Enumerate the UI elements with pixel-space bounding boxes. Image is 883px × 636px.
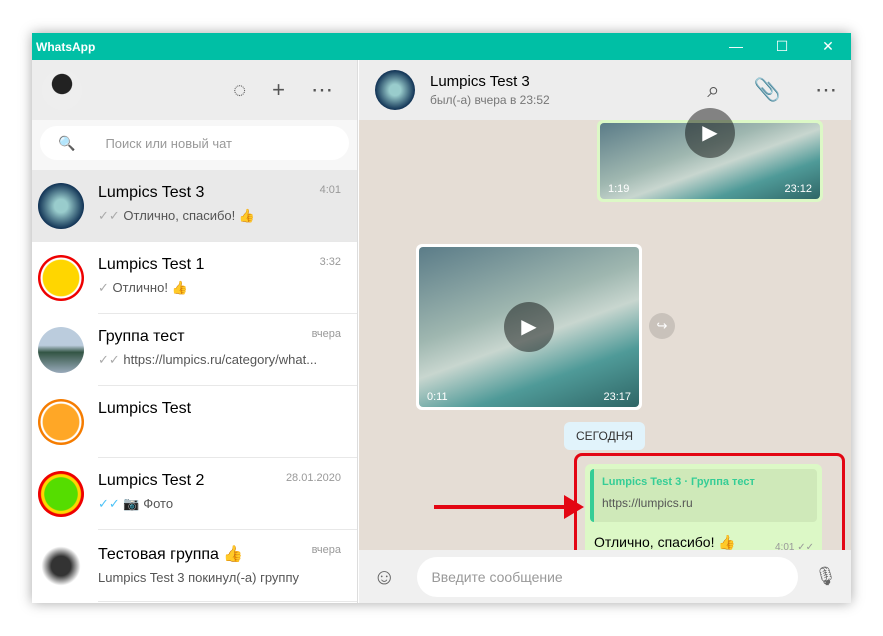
app-title: WhatsApp: [36, 39, 96, 54]
video-time: 23:12: [784, 183, 812, 195]
chat-preview: Lumpics Test 3 покинул(-а) группу: [98, 570, 300, 585]
chat-name: Lumpics Test 3: [98, 184, 205, 201]
video-message[interactable]: ▶ 1:19 23:12: [597, 108, 823, 202]
sidebar: ◌ + ⋯ 🔍 Поиск или новый чат Lumpics Test …: [32, 60, 358, 603]
menu-icon[interactable]: ⋯: [815, 77, 837, 103]
whatsapp-window: WhatsApp — ☐ ✕ ◌ + ⋯ 🔍 Поиск или новый ча…: [32, 33, 851, 603]
video-duration: 1:19: [608, 183, 630, 195]
chat-time: 4:01: [319, 184, 341, 196]
chat-list-item[interactable]: Lumpics Test 3 4:01 ✓✓ Отлично, спасибо! 👍: [32, 170, 357, 242]
close-button[interactable]: ✕: [805, 38, 851, 55]
forward-icon[interactable]: ↪: [649, 313, 675, 339]
minimize-button[interactable]: —: [713, 38, 759, 55]
chat-name: Группа тест: [98, 328, 185, 345]
chat-status: был(-а) вчера в 23:52: [430, 93, 550, 107]
menu-icon[interactable]: ⋯: [311, 77, 333, 103]
search-input[interactable]: 🔍 Поиск или новый чат: [40, 126, 349, 160]
check-icon: ✓✓: [98, 208, 120, 223]
video-message[interactable]: ▶ 0:11 23:17: [416, 244, 642, 410]
chat-preview: Отлично, спасибо! 👍: [123, 208, 256, 223]
microphone-icon[interactable]: 🎙: [814, 566, 837, 587]
chat-name: Тестовая группа 👍: [98, 546, 244, 563]
chat-time: вчера: [311, 544, 341, 556]
chat-name: Lumpics Test: [98, 400, 192, 417]
chat-avatar: [38, 327, 84, 373]
message-bubble[interactable]: Lumpics Test 3 · Группа тест https://lump…: [585, 464, 822, 559]
title-bar: WhatsApp — ☐ ✕: [32, 33, 851, 60]
chat-list-item[interactable]: Lumpics Test 1 3:32 ✓ Отлично! 👍: [32, 242, 357, 314]
annotation-arrowhead: [564, 495, 584, 519]
play-icon[interactable]: ▶: [504, 302, 554, 352]
chat-name: Lumpics Test 1: [98, 256, 205, 273]
chat-avatar: [38, 543, 84, 589]
chat-list-item[interactable]: Тестовая группа 👍 вчера Lumpics Test 3 по…: [32, 530, 357, 602]
chat-avatar: [38, 183, 84, 229]
message-input[interactable]: Введите сообщение: [417, 556, 799, 597]
quoted-message[interactable]: Lumpics Test 3 · Группа тест https://lump…: [590, 469, 817, 522]
chat-preview: 📷 Фото: [123, 496, 174, 511]
video-duration: 0:11: [427, 391, 448, 403]
chat-list-item[interactable]: Группа тест вчера ✓✓ https://lumpics.ru/ca…: [32, 314, 357, 386]
chat-panel: Lumpics Test 3 был(-а) вчера в 23:52 ⌕ 📎 ⋯ …: [359, 60, 851, 603]
compose-bar: ☺ Введите сообщение 🎙: [359, 550, 851, 603]
annotation-arrow: [434, 505, 574, 509]
maximize-button[interactable]: ☐: [759, 38, 805, 55]
chat-name[interactable]: Lumpics Test 3: [430, 73, 550, 90]
search-icon: 🔍: [58, 134, 76, 151]
check-icon: ✓✓: [98, 496, 120, 511]
chat-time: 28.01.2020: [285, 472, 341, 484]
new-chat-icon[interactable]: +: [272, 77, 285, 103]
video-time: 23:17: [603, 391, 631, 403]
attach-icon[interactable]: 📎: [754, 77, 781, 103]
chat-avatar: [38, 399, 84, 445]
emoji-icon[interactable]: ☺: [373, 564, 395, 590]
chat-name: Lumpics Test 2: [98, 472, 205, 489]
chat-list-item[interactable]: Lumpics Test: [32, 386, 357, 458]
check-icon: ✓: [98, 280, 109, 295]
search-icon[interactable]: ⌕: [707, 77, 719, 103]
play-icon[interactable]: ▶: [685, 108, 735, 158]
profile-avatar[interactable]: [42, 70, 82, 110]
chat-avatar: [38, 255, 84, 301]
date-divider: СЕГОДНЯ: [564, 422, 646, 450]
chat-preview: https://lumpics.ru/category/what...: [123, 352, 318, 367]
status-icon[interactable]: ◌: [233, 77, 246, 103]
chat-avatar: [38, 471, 84, 517]
check-icon: ✓✓: [98, 352, 120, 367]
chat-time: 3:32: [319, 256, 341, 268]
chat-preview: Отлично! 👍: [112, 280, 188, 295]
chat-avatar[interactable]: [375, 70, 415, 110]
chat-time: вчера: [311, 328, 341, 340]
chat-list-item[interactable]: Lumpics Test 2 28.01.2020 ✓✓ 📷 Фото: [32, 458, 357, 530]
